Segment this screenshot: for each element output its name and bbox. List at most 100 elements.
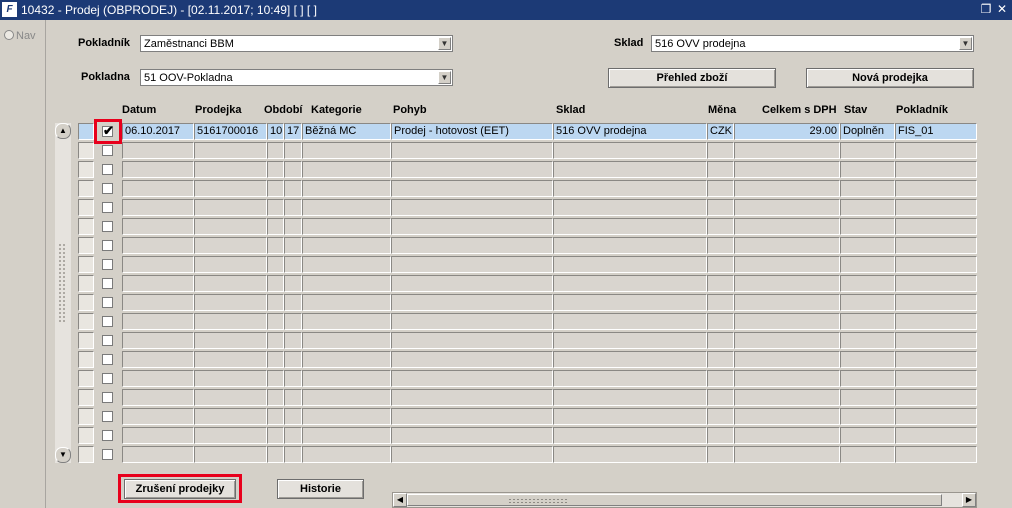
cell-obdobi-a[interactable] <box>267 332 284 349</box>
cell-obdobi-b[interactable] <box>284 237 302 254</box>
row-checkbox[interactable] <box>102 392 113 403</box>
row-selector[interactable] <box>78 351 94 368</box>
cell-stav[interactable] <box>840 370 895 387</box>
row-checkbox[interactable] <box>102 221 113 232</box>
cell-prodejka[interactable] <box>194 370 267 387</box>
cell-kategorie[interactable] <box>302 218 391 235</box>
cell-pokladnik[interactable] <box>895 161 977 178</box>
cell-sklad[interactable] <box>553 332 707 349</box>
cell-stav[interactable] <box>840 199 895 216</box>
cell-sklad[interactable] <box>553 180 707 197</box>
cell-stav[interactable] <box>840 256 895 273</box>
cell-pohyb[interactable] <box>391 237 553 254</box>
row-checkbox[interactable] <box>102 297 113 308</box>
row-selector[interactable] <box>78 275 94 292</box>
cell-kategorie[interactable] <box>302 427 391 444</box>
cell-obdobi-a[interactable] <box>267 294 284 311</box>
cell-sklad[interactable] <box>553 256 707 273</box>
close-icon[interactable]: ✕ <box>995 2 1009 17</box>
horizontal-scrollbar[interactable]: ◀ ▶ <box>392 492 977 508</box>
cell-mena[interactable] <box>707 313 734 330</box>
cell-datum[interactable] <box>122 180 194 197</box>
cell-pokladnik[interactable] <box>895 218 977 235</box>
cell-pohyb[interactable] <box>391 313 553 330</box>
cell-obdobi-a[interactable] <box>267 408 284 425</box>
cell-pohyb[interactable] <box>391 275 553 292</box>
cell-pohyb[interactable] <box>391 218 553 235</box>
cell-prodejka[interactable] <box>194 199 267 216</box>
cell-pohyb[interactable] <box>391 446 553 463</box>
pokladnik-select[interactable]: Zaměstnanci BBM ▼ <box>140 35 453 52</box>
cell-stav[interactable] <box>840 389 895 406</box>
cell-celkem[interactable]: 29.00 <box>734 123 840 140</box>
cell-sklad[interactable] <box>553 446 707 463</box>
row-selector[interactable] <box>78 370 94 387</box>
row-checkbox[interactable] <box>102 430 113 441</box>
cell-pohyb[interactable] <box>391 351 553 368</box>
cell-obdobi-a[interactable] <box>267 370 284 387</box>
cell-stav[interactable] <box>840 180 895 197</box>
cell-celkem[interactable] <box>734 218 840 235</box>
cell-obdobi-b[interactable] <box>284 332 302 349</box>
row-checkbox[interactable] <box>102 164 113 175</box>
cell-kategorie[interactable] <box>302 256 391 273</box>
cell-celkem[interactable] <box>734 199 840 216</box>
row-checkbox[interactable] <box>102 354 113 365</box>
cell-prodejka[interactable] <box>194 237 267 254</box>
cell-datum[interactable] <box>122 427 194 444</box>
cell-stav[interactable] <box>840 351 895 368</box>
cell-pokladnik[interactable] <box>895 256 977 273</box>
cell-kategorie[interactable] <box>302 275 391 292</box>
row-selector[interactable] <box>78 313 94 330</box>
cell-celkem[interactable] <box>734 427 840 444</box>
cell-mena[interactable] <box>707 275 734 292</box>
cell-pokladnik[interactable] <box>895 351 977 368</box>
cell-stav[interactable] <box>840 332 895 349</box>
cell-kategorie[interactable] <box>302 370 391 387</box>
row-checkbox[interactable] <box>102 145 113 156</box>
cell-obdobi-a[interactable] <box>267 389 284 406</box>
cell-stav[interactable] <box>840 427 895 444</box>
cell-mena[interactable] <box>707 351 734 368</box>
cell-pokladnik[interactable] <box>895 180 977 197</box>
cell-pohyb[interactable]: Prodej - hotovost (EET) <box>391 123 553 140</box>
row-checkbox[interactable] <box>102 183 113 194</box>
cell-celkem[interactable] <box>734 275 840 292</box>
cell-kategorie[interactable] <box>302 161 391 178</box>
cell-obdobi-a[interactable] <box>267 275 284 292</box>
cell-kategorie[interactable] <box>302 446 391 463</box>
cell-sklad[interactable] <box>553 294 707 311</box>
cell-prodejka[interactable] <box>194 389 267 406</box>
scroll-thumb[interactable] <box>407 494 942 506</box>
cell-obdobi-a[interactable] <box>267 237 284 254</box>
cell-mena[interactable] <box>707 446 734 463</box>
cell-sklad[interactable] <box>553 142 707 159</box>
cell-kategorie[interactable] <box>302 199 391 216</box>
cell-pokladnik[interactable] <box>895 275 977 292</box>
cell-stav[interactable] <box>840 275 895 292</box>
row-checkbox[interactable] <box>102 259 113 270</box>
cell-celkem[interactable] <box>734 370 840 387</box>
cell-obdobi-a[interactable] <box>267 142 284 159</box>
cell-pohyb[interactable] <box>391 332 553 349</box>
cell-mena[interactable] <box>707 237 734 254</box>
cell-obdobi-a[interactable]: 10 <box>267 123 284 140</box>
cell-pokladnik[interactable]: FIS_01 <box>895 123 977 140</box>
cell-sklad[interactable] <box>553 408 707 425</box>
cell-pokladnik[interactable] <box>895 332 977 349</box>
cell-celkem[interactable] <box>734 180 840 197</box>
cell-prodejka[interactable] <box>194 294 267 311</box>
cell-obdobi-b[interactable] <box>284 427 302 444</box>
cell-kategorie[interactable]: Běžná MC <box>302 123 391 140</box>
scroll-down-icon[interactable]: ▼ <box>55 447 71 463</box>
cell-obdobi-b[interactable] <box>284 275 302 292</box>
row-selector[interactable] <box>78 199 94 216</box>
cell-obdobi-b[interactable] <box>284 294 302 311</box>
cell-stav[interactable] <box>840 294 895 311</box>
cell-obdobi-a[interactable] <box>267 446 284 463</box>
cell-kategorie[interactable] <box>302 142 391 159</box>
scroll-right-icon[interactable]: ▶ <box>962 493 976 507</box>
cell-celkem[interactable] <box>734 142 840 159</box>
row-selector[interactable] <box>78 237 94 254</box>
cell-celkem[interactable] <box>734 446 840 463</box>
